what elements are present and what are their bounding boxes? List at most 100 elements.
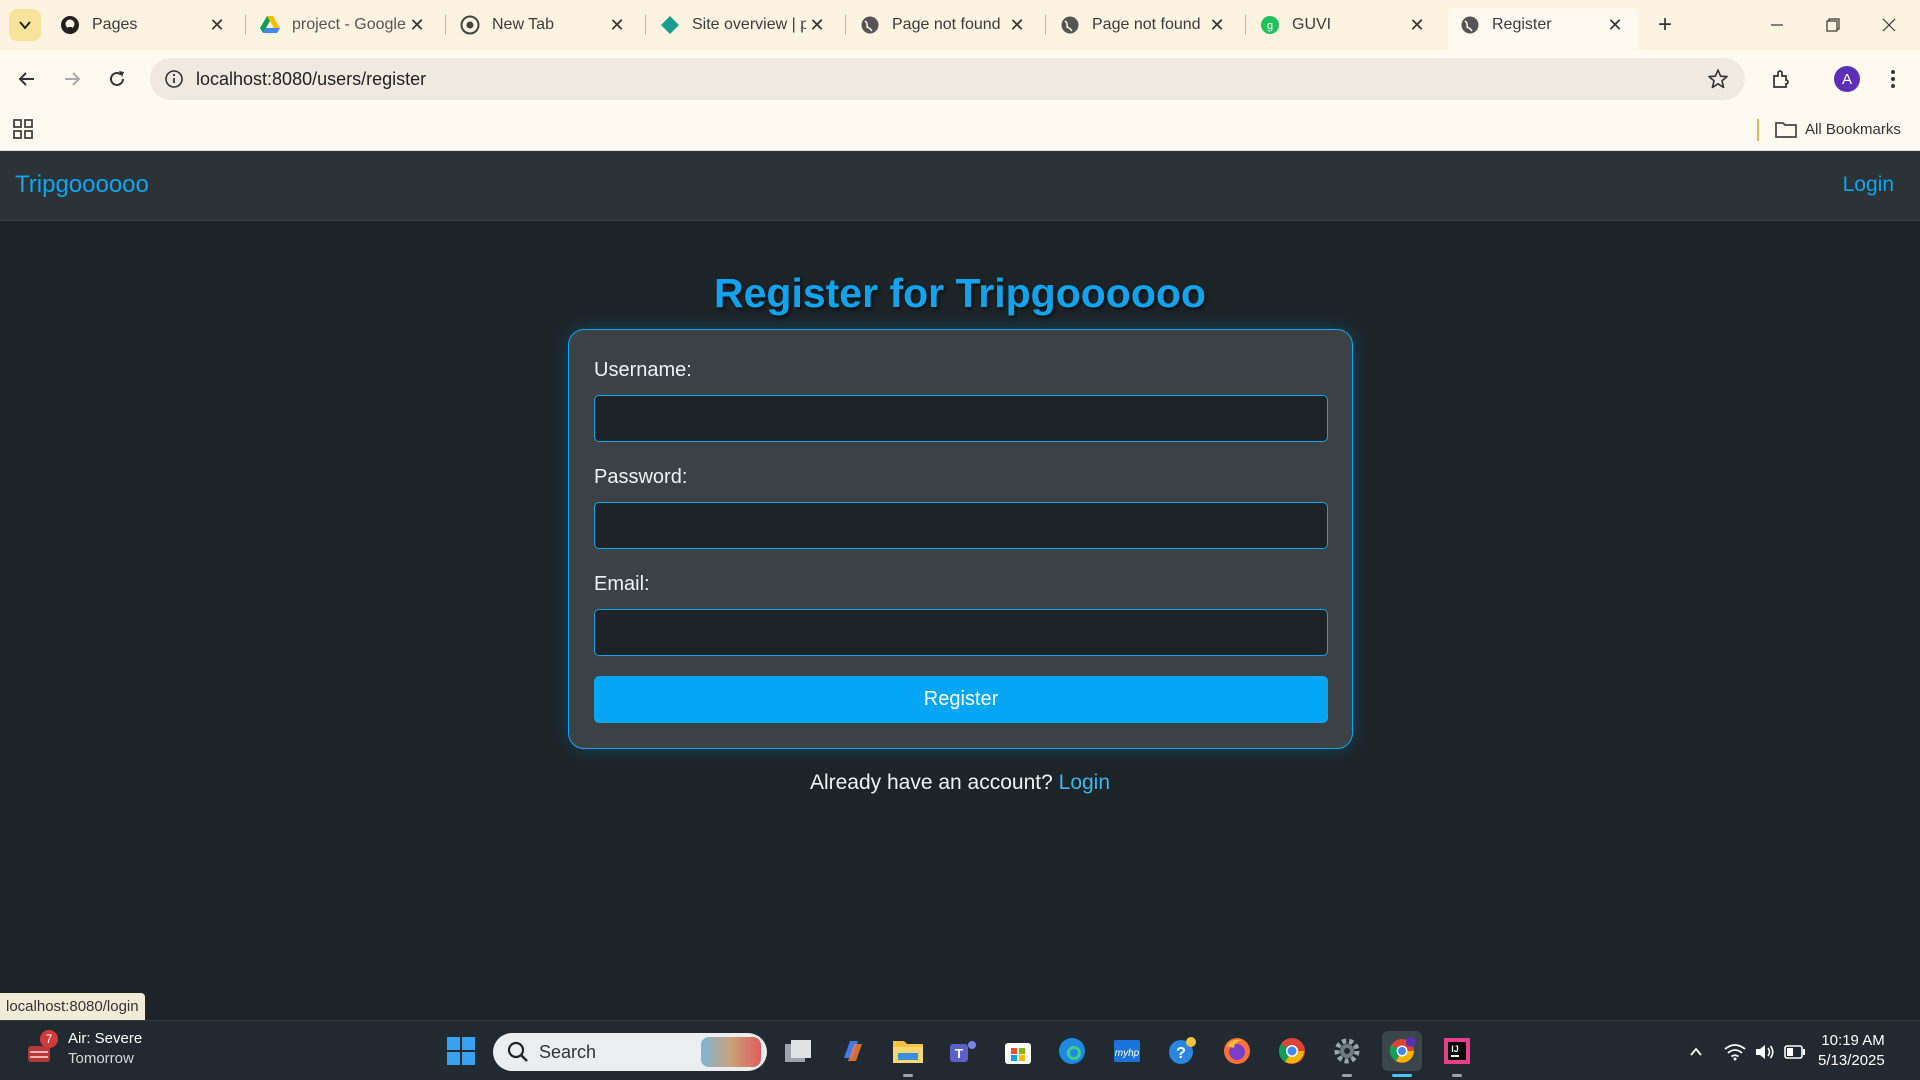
password-input[interactable]: [594, 502, 1328, 549]
help-button[interactable]: ?: [1162, 1031, 1202, 1071]
wifi-button[interactable]: [1722, 1039, 1748, 1065]
profile-button[interactable]: A: [1827, 59, 1867, 99]
username-input[interactable]: [594, 395, 1328, 442]
bookmarks-divider: [1757, 119, 1759, 141]
minimize-icon: [1771, 24, 1783, 26]
back-button[interactable]: [7, 59, 47, 99]
settings-button[interactable]: [1327, 1031, 1367, 1077]
footer-login-link[interactable]: Login: [1059, 771, 1110, 794]
globe-icon: [1460, 15, 1480, 35]
tab-title: Register: [1492, 16, 1552, 33]
task-view-icon: [785, 1040, 811, 1062]
weather-title: Air: Severe: [68, 1030, 143, 1047]
taskbar-search-label: Search: [539, 1041, 597, 1062]
restore-button[interactable]: [1810, 8, 1856, 42]
close-icon[interactable]: ✕: [406, 14, 428, 36]
running-indicator: [1342, 1074, 1352, 1077]
edge-button[interactable]: [1052, 1031, 1092, 1071]
copilot-button[interactable]: [833, 1031, 873, 1071]
close-icon[interactable]: ✕: [1604, 14, 1626, 36]
weather-alert-badge: 7: [40, 1030, 58, 1048]
store-icon: [1005, 1043, 1031, 1064]
extensions-button[interactable]: [1762, 59, 1802, 99]
close-icon[interactable]: ✕: [806, 14, 828, 36]
page-title: Register for Tripgoooooo: [714, 270, 1206, 316]
all-bookmarks-button[interactable]: All Bookmarks: [1775, 116, 1901, 142]
windows-taskbar: 7 Air: Severe Tomorrow Search T myhp ? I…: [0, 1020, 1920, 1080]
minimize-button[interactable]: [1754, 8, 1800, 42]
battery-icon: [1784, 1045, 1805, 1059]
tab-separator: [245, 15, 246, 35]
myhp-button[interactable]: myhp: [1107, 1031, 1147, 1071]
tab-site-overview[interactable]: Site overview | p ✕: [648, 8, 840, 42]
system-clock[interactable]: 10:19 AM 5/13/2025: [1818, 1031, 1885, 1071]
google-drive-icon: [260, 15, 280, 35]
tab-pages[interactable]: Pages ✕: [48, 8, 240, 42]
wifi-icon: [1724, 1044, 1746, 1061]
weather-widget[interactable]: 7 Air: Severe Tomorrow: [24, 1029, 142, 1069]
firefox-icon: [1224, 1038, 1250, 1064]
clock-date: 5/13/2025: [1818, 1052, 1885, 1069]
speaker-icon: [1756, 1045, 1774, 1059]
restore-icon: [1826, 18, 1840, 32]
forward-button[interactable]: [52, 59, 92, 99]
globe-icon: [1060, 15, 1080, 35]
tab-title: Page not found: [892, 16, 1001, 33]
chevron-up-icon: [1690, 1047, 1702, 1056]
file-explorer-button[interactable]: [888, 1031, 928, 1077]
apps-grid-icon[interactable]: [12, 118, 36, 142]
app-navbar: Tripgoooooo Login: [0, 151, 1920, 221]
login-prompt-text: Already have an account?: [809, 771, 1053, 794]
tab-page-not-found-1[interactable]: Page not found ✕: [848, 8, 1040, 42]
address-bar[interactable]: localhost:8080/users/register: [150, 58, 1745, 100]
globe-icon: [860, 15, 880, 35]
battery-button[interactable]: [1782, 1039, 1808, 1065]
teams-button[interactable]: T: [943, 1031, 983, 1071]
close-icon[interactable]: ✕: [606, 14, 628, 36]
tab-new-tab[interactable]: New Tab ✕: [448, 8, 640, 42]
chrome-button[interactable]: [1272, 1031, 1312, 1071]
page-content: Tripgoooooo Login Register for Tripgoooo…: [0, 151, 1920, 1020]
firefox-button[interactable]: [1217, 1031, 1257, 1071]
bookmark-star-icon[interactable]: [1705, 66, 1731, 92]
browser-toolbar: localhost:8080/users/register A: [0, 50, 1920, 108]
tab-project-google[interactable]: project - Google ✕: [248, 8, 440, 42]
chevron-down-icon: [19, 21, 31, 30]
site-info-icon[interactable]: [162, 67, 186, 91]
folder-icon: [1775, 122, 1797, 138]
tab-title: project - Google: [292, 16, 406, 33]
running-indicator: [903, 1074, 913, 1077]
reload-icon: [110, 71, 124, 86]
arrow-left-icon: [18, 72, 34, 86]
close-window-button[interactable]: [1866, 8, 1912, 42]
register-button[interactable]: Register: [594, 676, 1328, 723]
new-tab-button[interactable]: +: [1650, 10, 1680, 40]
tab-guvi[interactable]: g GUVI ✕: [1248, 8, 1440, 42]
login-prompt: Already have an account? Login: [0, 771, 1920, 795]
start-button[interactable]: [441, 1031, 481, 1071]
close-icon[interactable]: ✕: [1406, 14, 1428, 36]
brand-link[interactable]: Tripgoooooo: [15, 171, 149, 199]
chrome-menu-button[interactable]: [1873, 59, 1913, 99]
tab-register[interactable]: Register ✕: [1448, 8, 1638, 50]
close-icon[interactable]: ✕: [206, 14, 228, 36]
url-text[interactable]: localhost:8080/users/register: [196, 69, 426, 90]
taskbar-search[interactable]: Search: [493, 1033, 767, 1071]
tab-search-button[interactable]: [9, 9, 41, 41]
volume-button[interactable]: [1752, 1039, 1778, 1065]
nav-login-link[interactable]: Login: [1843, 173, 1894, 197]
tab-title: Page not found: [1092, 16, 1201, 33]
chrome-profile-button[interactable]: [1382, 1031, 1422, 1077]
task-view-button[interactable]: [778, 1031, 818, 1071]
store-button[interactable]: [998, 1031, 1038, 1071]
reload-button[interactable]: [97, 59, 137, 99]
show-hidden-icons-button[interactable]: [1683, 1039, 1709, 1065]
password-label: Password:: [594, 466, 688, 488]
plus-icon: +: [1657, 11, 1672, 38]
intellij-button[interactable]: IJ: [1437, 1031, 1477, 1077]
email-input[interactable]: [594, 609, 1328, 656]
close-icon[interactable]: ✕: [1206, 14, 1228, 36]
close-icon[interactable]: ✕: [1006, 14, 1028, 36]
tab-separator: [1245, 15, 1246, 35]
tab-page-not-found-2[interactable]: Page not found ✕: [1048, 8, 1240, 42]
